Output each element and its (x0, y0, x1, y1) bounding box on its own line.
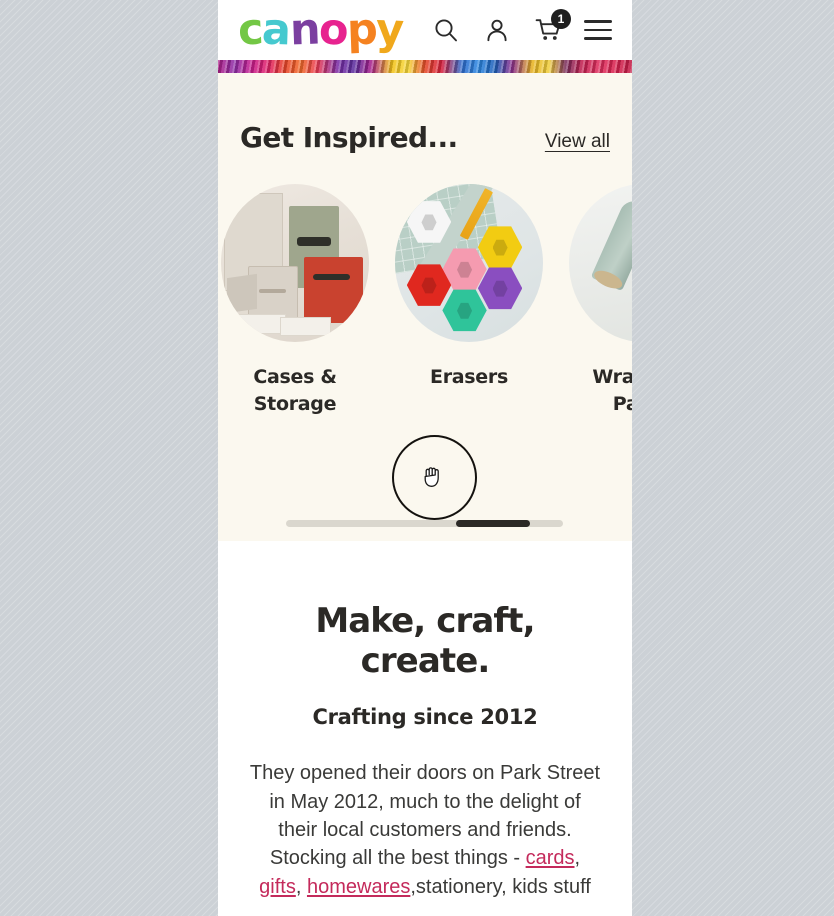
account-button[interactable] (482, 15, 512, 45)
category-thumbnail (221, 184, 369, 342)
logo-letter-c: c (236, 3, 264, 56)
category-label: Cases & Storage (253, 366, 337, 415)
category-thumbnail (395, 184, 543, 342)
hexagon-erasers-photo (395, 184, 543, 342)
separator-1: , (574, 847, 581, 870)
category-card-wrapping-paper[interactable]: Wrapping Paper (569, 184, 632, 418)
scrollbar-thumb[interactable] (456, 520, 530, 527)
canopy-logo[interactable]: c a n o p y (236, 3, 404, 56)
category-label: Erasers (430, 366, 508, 388)
about-heading: Make, craft, create. (315, 601, 535, 682)
category-card-cases-storage[interactable]: Cases & Storage (221, 184, 369, 418)
section-header: Get Inspired... View all (218, 121, 632, 154)
link-gifts[interactable]: gifts (259, 876, 296, 898)
about-section: Make, craft, create. Crafting since 2012… (218, 541, 632, 902)
cart-button[interactable]: 1 (533, 9, 571, 45)
logo-letter-p: p (345, 4, 377, 55)
user-account-icon (487, 19, 507, 42)
link-homewares[interactable]: homewares (307, 876, 410, 898)
mobile-viewport: c a n o p y 1 Get Inspired... View all C… (218, 0, 632, 916)
separator-2: , (295, 875, 307, 898)
search-icon (435, 19, 457, 42)
search-button[interactable] (431, 15, 461, 45)
category-thumbnail (569, 184, 632, 342)
category-label: Wrapping Paper (592, 366, 632, 415)
hero-banner-image-edge (218, 60, 632, 73)
scrollbar-track[interactable] (286, 520, 563, 527)
get-inspired-section: Get Inspired... View all Cases & Storage (218, 73, 632, 541)
about-paragraph-continued: stationery, kids stuff (415, 875, 591, 898)
logo-letter-o: o (317, 3, 349, 56)
page-title: Get Inspired... (240, 121, 458, 154)
cart-count-badge: 1 (551, 9, 571, 29)
link-cards[interactable]: cards (526, 847, 575, 869)
carousel-scrollbar[interactable] (218, 503, 632, 543)
category-card-erasers[interactable]: Erasers (395, 184, 543, 418)
view-all-link[interactable]: View all (545, 131, 610, 153)
logo-letter-a: a (261, 4, 291, 55)
hamburger-line-2 (584, 28, 612, 32)
hamburger-line-3 (584, 37, 612, 40)
category-carousel[interactable]: Cases & Storage Erasers Wra P (218, 184, 632, 418)
logo-letter-y: y (375, 4, 404, 55)
hamburger-menu-button[interactable] (584, 20, 612, 40)
header-actions: 1 (431, 9, 612, 45)
about-paragraph: They opened their doors on Park Street i… (248, 759, 602, 901)
logo-letter-n: n (288, 4, 320, 55)
storage-boxes-photo (221, 184, 369, 342)
hamburger-menu-icon (584, 20, 612, 23)
site-header: c a n o p y 1 (218, 0, 632, 60)
paper-rolls-photo (569, 184, 632, 342)
about-subheading: Crafting since 2012 (312, 705, 538, 730)
